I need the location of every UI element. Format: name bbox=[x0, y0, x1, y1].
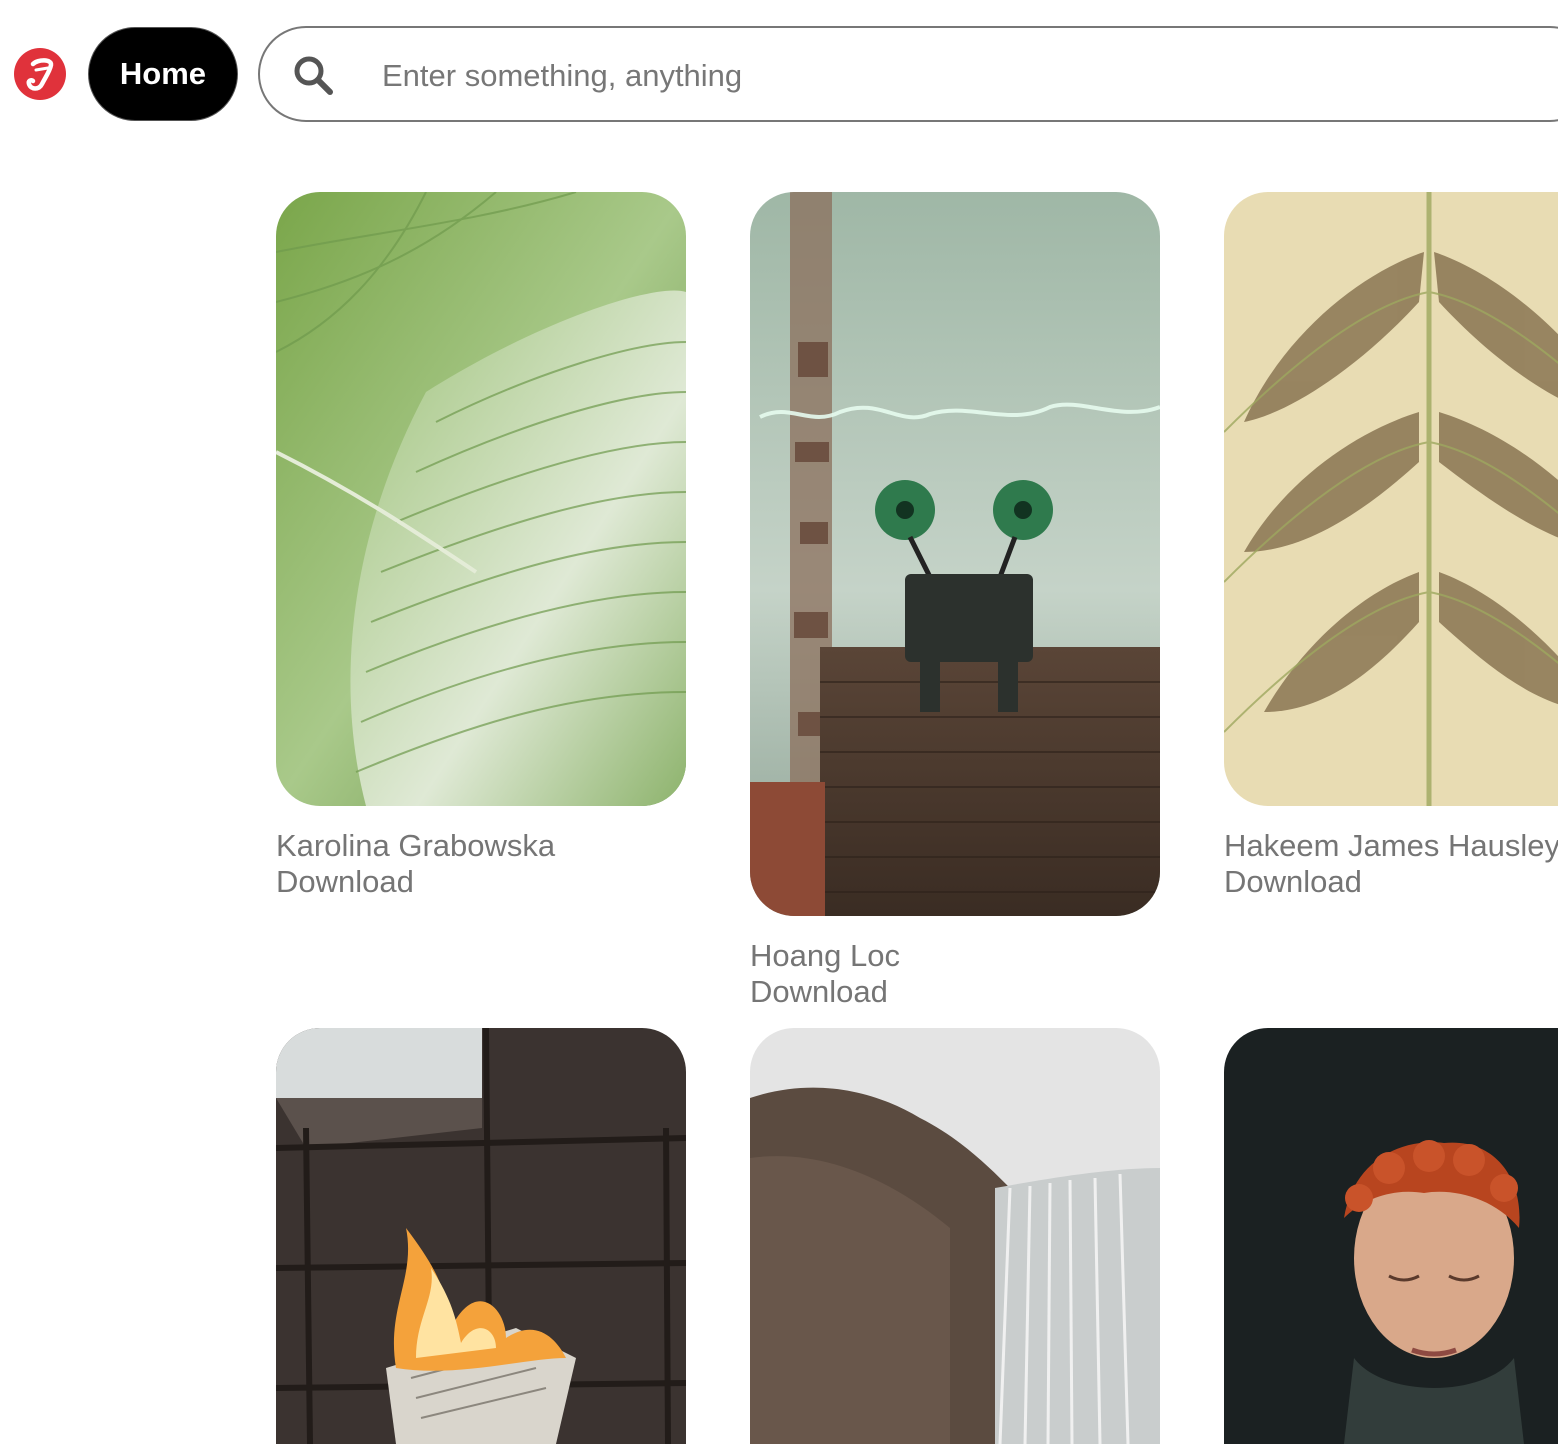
search-icon bbox=[292, 54, 336, 103]
pin-image-variegated-leaf[interactable] bbox=[1224, 192, 1558, 806]
pin-author[interactable]: Hakeem James Hausley bbox=[1224, 828, 1558, 864]
pin-meta: Hakeem James Hausley Download bbox=[1224, 828, 1558, 900]
top-bar: Home bbox=[0, 0, 1558, 150]
pin-author[interactable]: Karolina Grabowska bbox=[276, 828, 555, 864]
pin-meta: Hoang Loc Download bbox=[750, 938, 900, 1010]
pin-author[interactable]: Hoang Loc bbox=[750, 938, 900, 974]
pin-download-link[interactable]: Download bbox=[750, 974, 900, 1010]
pin-download-link[interactable]: Download bbox=[1224, 864, 1558, 900]
pin-download-link[interactable]: Download bbox=[276, 864, 555, 900]
home-button[interactable]: Home bbox=[88, 27, 238, 121]
pin-image-projector-wall[interactable] bbox=[750, 192, 1160, 916]
pin-image-green-leaf[interactable] bbox=[276, 192, 686, 806]
search-bar[interactable] bbox=[258, 26, 1558, 122]
logo-icon[interactable] bbox=[14, 48, 66, 100]
pin-image-burning-newspaper[interactable] bbox=[276, 1028, 686, 1444]
search-input[interactable] bbox=[380, 46, 1384, 106]
pin-meta: Karolina Grabowska Download bbox=[276, 828, 555, 900]
pin-image-portrait[interactable] bbox=[1224, 1028, 1558, 1444]
pin-image-waterfall[interactable] bbox=[750, 1028, 1160, 1444]
